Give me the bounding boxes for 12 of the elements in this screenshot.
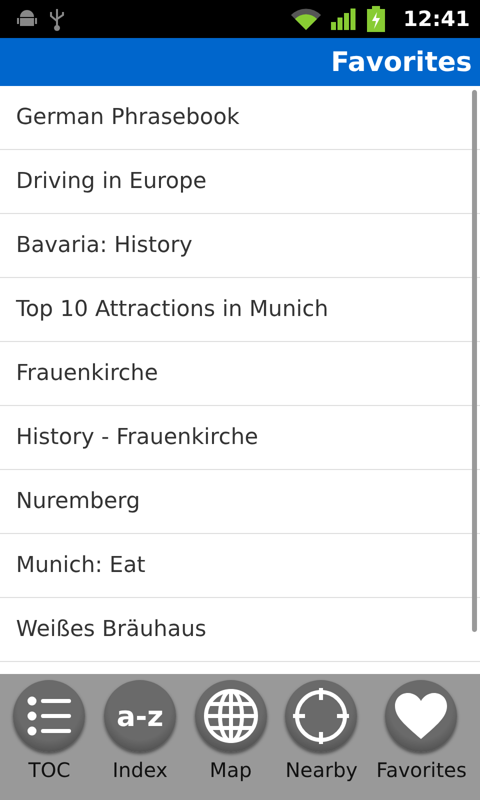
- battery-charging-icon: [367, 6, 386, 32]
- signal-icon: [331, 8, 358, 30]
- list-icon: [27, 696, 72, 736]
- index-icon: a-z: [116, 700, 164, 732]
- globe-icon: [202, 688, 259, 744]
- wifi-icon: [291, 8, 322, 30]
- crosshair-icon: [292, 687, 350, 745]
- heart-icon: [395, 693, 448, 739]
- screen-title: Favorites: [330, 46, 472, 78]
- android-icon: [16, 9, 38, 29]
- clock-time: 12:41: [403, 7, 470, 31]
- usb-icon: [48, 7, 66, 31]
